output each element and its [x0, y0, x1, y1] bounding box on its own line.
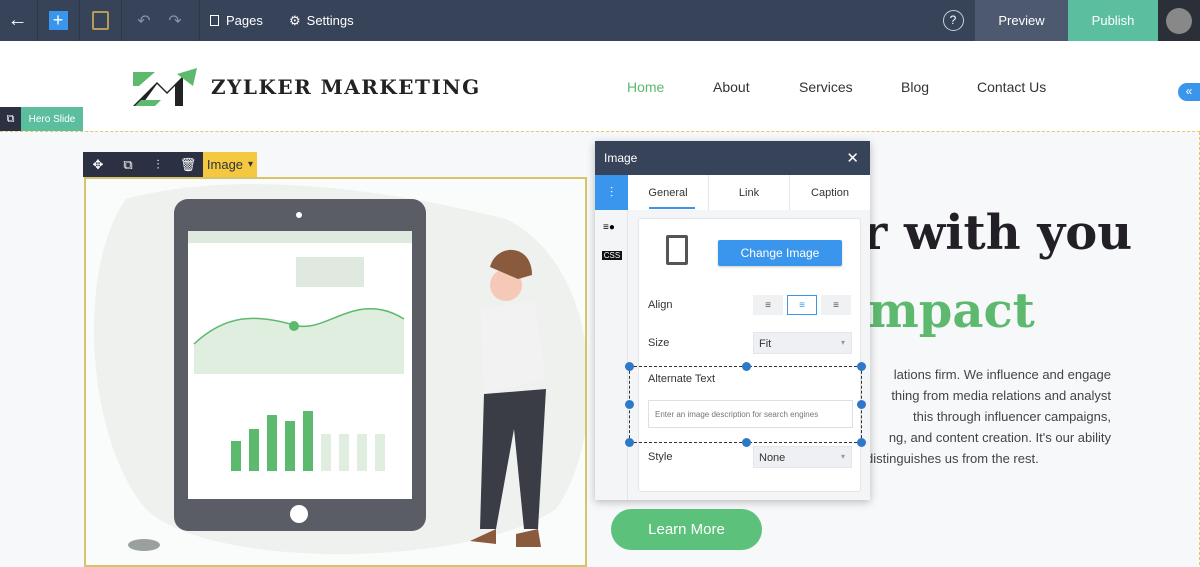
resize-handle[interactable]	[625, 362, 634, 371]
resize-handle[interactable]	[625, 400, 634, 409]
nav-about[interactable]: About	[713, 79, 750, 95]
hero-slide-label[interactable]: Hero Slide	[21, 107, 83, 131]
style-select[interactable]: None	[753, 446, 852, 468]
logo-icon	[133, 68, 197, 106]
site-header: ZYLKER MARKETING Home About Services Blo…	[0, 41, 1200, 131]
duplicate-icon[interactable]: ⧉	[113, 152, 143, 177]
hero-image[interactable]	[84, 177, 587, 567]
change-image-button[interactable]: Change Image	[718, 240, 842, 266]
tab-general[interactable]: General	[628, 175, 708, 210]
tab-link[interactable]: Link	[708, 175, 790, 210]
logo-text: ZYLKER MARKETING	[211, 75, 481, 99]
image-settings-panel: Image ✕ ⫶ ≡● CSS General Link Caption Cha…	[595, 141, 870, 500]
resize-handle[interactable]	[857, 438, 866, 447]
panel-title: Image	[604, 151, 638, 165]
save-icon[interactable]	[88, 0, 112, 41]
undo-icon[interactable]: ↶	[134, 0, 154, 41]
settings-sliders-icon[interactable]: ⫶	[595, 175, 628, 210]
publish-button[interactable]: Publish	[1068, 0, 1158, 41]
hero-headline-line2: mpact	[868, 283, 1035, 339]
page-icon	[210, 15, 219, 26]
resize-handle[interactable]	[742, 362, 751, 371]
settings-button[interactable]: ⚙ Settings	[289, 0, 354, 41]
image-thumbnail	[666, 235, 688, 265]
animation-icon[interactable]: ≡●	[603, 222, 627, 233]
hero-paragraph: lations firm. We influence and engage th…	[866, 367, 1111, 466]
tablet-illustration	[94, 184, 585, 554]
back-arrow-icon[interactable]: ←	[0, 0, 35, 41]
close-icon[interactable]: ✕	[846, 149, 859, 167]
element-toolbar: ✥ ⧉ ⫶ 🗑 Image ▾	[83, 152, 257, 177]
panel-tabs: General Link Caption	[628, 175, 870, 210]
tab-caption[interactable]: Caption	[790, 175, 870, 210]
resize-handle[interactable]	[857, 400, 866, 409]
resize-handle[interactable]	[625, 438, 634, 447]
hero-headline-line1: r with you	[862, 205, 1133, 261]
align-left-button[interactable]: ≡	[753, 295, 783, 315]
nav-contact-us[interactable]: Contact Us	[977, 79, 1046, 95]
help-icon[interactable]: ?	[942, 0, 964, 41]
css-button[interactable]: CSS	[602, 251, 622, 260]
general-settings: Change Image Align ≡ ≡ ≡ Size Fit Altern…	[625, 218, 866, 492]
user-avatar[interactable]	[1158, 0, 1200, 41]
duplicate-section-icon[interactable]: ⧉	[0, 107, 21, 131]
align-right-button[interactable]: ≡	[821, 295, 851, 315]
size-select[interactable]: Fit	[753, 332, 852, 354]
editor-topbar: ← + ↶ ↷ Pages ⚙ Settings ? Preview Publis…	[0, 0, 1200, 41]
gear-icon: ⚙	[289, 12, 301, 28]
nav-home[interactable]: Home	[627, 79, 664, 95]
settings-sliders-icon[interactable]: ⫶	[143, 152, 173, 177]
element-type-dropdown[interactable]: Image ▾	[203, 152, 257, 177]
delete-icon[interactable]: 🗑	[173, 152, 203, 177]
resize-handle[interactable]	[742, 438, 751, 447]
nav-services[interactable]: Services	[799, 79, 853, 95]
move-icon[interactable]: ✥	[83, 152, 113, 177]
pages-button[interactable]: Pages	[210, 0, 263, 41]
nav-blog[interactable]: Blog	[901, 79, 929, 95]
add-icon[interactable]: +	[48, 11, 68, 30]
collapse-panel-button[interactable]: «	[1178, 83, 1200, 101]
learn-more-button[interactable]: Learn More	[611, 509, 762, 550]
resize-handle[interactable]	[857, 362, 866, 371]
preview-button[interactable]: Preview	[975, 0, 1068, 41]
redo-icon[interactable]: ↷	[165, 0, 185, 41]
align-center-button[interactable]: ≡	[787, 295, 817, 315]
selection-outline	[629, 366, 862, 443]
section-label: ⧉ Hero Slide	[0, 107, 83, 131]
